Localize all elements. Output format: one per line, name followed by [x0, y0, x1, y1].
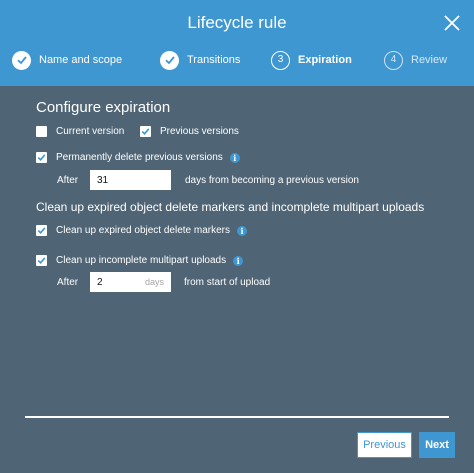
current-version-option[interactable]: Current version — [36, 126, 124, 137]
info-icon[interactable]: i — [229, 152, 240, 163]
step-label: Name and scope — [39, 54, 123, 66]
check-circle-icon — [160, 50, 179, 70]
modal-header: Lifecycle rule Name and scope Transition… — [0, 0, 474, 86]
step-number: 4 — [384, 50, 403, 70]
after2-label: After — [57, 277, 79, 288]
modal-title: Lifecycle rule — [187, 13, 287, 32]
after-label: After — [57, 175, 79, 186]
info-icon[interactable]: i — [233, 255, 244, 266]
cleanup-markers-option[interactable]: Clean up expired object delete markers i — [36, 225, 247, 236]
cleanup-heading: Clean up expired object delete markers a… — [36, 200, 425, 214]
step-name-and-scope[interactable]: Name and scope — [12, 47, 122, 73]
after2-suffix: from start of upload — [184, 277, 271, 288]
next-button[interactable]: Next — [419, 432, 455, 458]
cleanup-markers-label: Clean up expired object delete markers — [56, 225, 230, 236]
current-version-checkbox[interactable] — [36, 126, 47, 137]
step-label: Review — [411, 54, 448, 66]
cleanup-multipart-checkbox[interactable] — [36, 255, 47, 266]
wizard-steps: Name and scope Transitions 3 Expiration … — [0, 47, 474, 73]
cleanup-markers-checkbox[interactable] — [36, 225, 47, 236]
cleanup-multipart-option[interactable]: Clean up incomplete multipart uploads i — [36, 255, 244, 266]
days-after-input[interactable] — [90, 170, 171, 190]
current-version-label: Current version — [56, 126, 125, 137]
previous-versions-label: Previous versions — [160, 126, 239, 137]
step-label: Expiration — [298, 54, 352, 66]
after-suffix: days from becoming a previous version — [185, 175, 359, 186]
step-review[interactable]: 4 Review — [384, 47, 447, 73]
permanently-delete-option[interactable]: Permanently delete previous versions i — [36, 152, 240, 163]
cleanup-multipart-label: Clean up incomplete multipart uploads — [56, 255, 227, 266]
close-icon[interactable] — [442, 13, 462, 33]
days-unit: days — [145, 277, 165, 287]
step-expiration[interactable]: 3 Expiration — [271, 47, 352, 73]
previous-versions-checkbox[interactable] — [140, 126, 151, 137]
previous-button[interactable]: Previous — [357, 432, 412, 458]
section-heading: Configure expiration — [36, 99, 171, 116]
check-circle-icon — [12, 50, 31, 70]
footer-divider — [25, 416, 449, 418]
permanently-delete-checkbox[interactable] — [36, 152, 47, 163]
step-label: Transitions — [187, 54, 241, 66]
info-icon[interactable]: i — [236, 225, 247, 236]
previous-versions-option[interactable]: Previous versions — [140, 126, 239, 137]
permanently-delete-label: Permanently delete previous versions — [56, 152, 223, 163]
step-transitions[interactable]: Transitions — [160, 47, 240, 73]
step-number: 3 — [271, 50, 290, 70]
